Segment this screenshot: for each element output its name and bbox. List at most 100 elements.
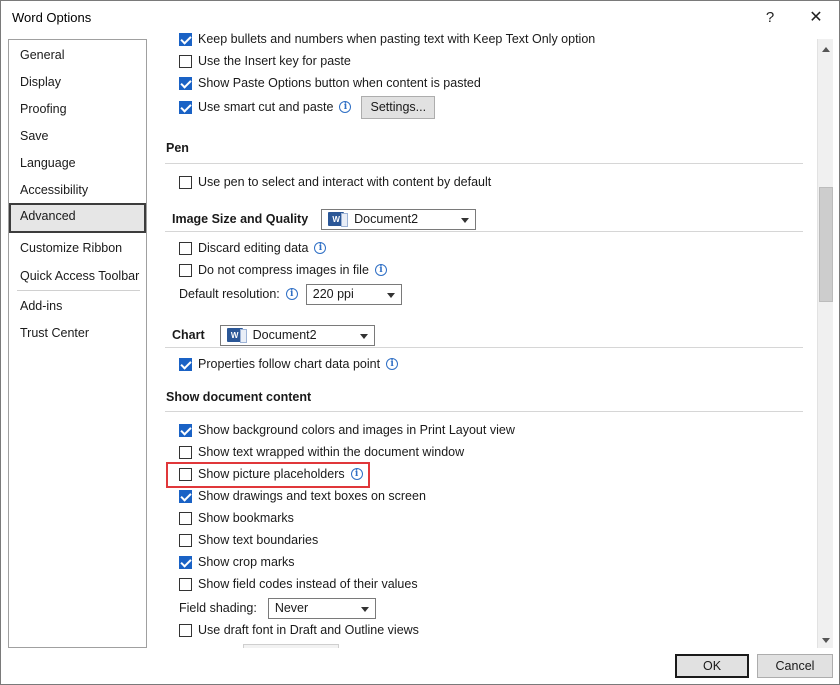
chevron-down-icon: [360, 606, 369, 612]
section-divider: [165, 347, 803, 348]
info-icon[interactable]: i: [285, 288, 298, 300]
checkbox[interactable]: [179, 489, 192, 503]
pen-section-title: Pen: [166, 141, 189, 155]
keep-bullets-option[interactable]: Keep bullets and numbers when pasting te…: [179, 33, 595, 50]
show-crop-marks-option[interactable]: Show crop marks: [179, 551, 295, 573]
sidebar-divider: [17, 290, 140, 291]
option-label: Discard editing data: [198, 241, 309, 255]
scroll-down-button[interactable]: [818, 632, 834, 648]
checkbox[interactable]: [179, 357, 192, 371]
option-label: Do not compress images in file: [198, 263, 369, 277]
sidebar-item-language[interactable]: Language: [9, 150, 146, 176]
advanced-options-panel: Keep bullets and numbers when pasting te…: [153, 33, 817, 648]
section-title: Image Size and Quality: [172, 212, 309, 226]
sidebar-item-advanced[interactable]: Advanced: [9, 203, 146, 233]
scroll-thumb[interactable]: [819, 187, 833, 302]
field-shading-row: Field shading: Never: [179, 597, 376, 619]
show-text-wrapped-option[interactable]: Show text wrapped within the document wi…: [179, 441, 464, 463]
properties-follow-option[interactable]: Properties follow chart data point i: [179, 353, 399, 375]
info-icon[interactable]: i: [314, 242, 327, 254]
dropdown-value: Document2: [252, 328, 317, 342]
discard-editing-option[interactable]: Discard editing data i: [179, 237, 327, 259]
checkbox[interactable]: [179, 555, 192, 569]
vertical-scrollbar[interactable]: [817, 39, 833, 648]
show-drawings-option[interactable]: Show drawings and text boxes on screen: [179, 485, 426, 507]
sidebar-item-accessibility[interactable]: Accessibility: [9, 177, 146, 203]
no-compress-option[interactable]: Do not compress images in file i: [179, 259, 387, 281]
checkbox[interactable]: [179, 54, 192, 68]
use-insert-key-option[interactable]: Use the Insert key for paste: [179, 50, 351, 72]
word-options-dialog: Word Options ? ✕ General Display Proofin…: [0, 0, 840, 685]
option-label: Show field codes instead of their values: [198, 577, 418, 591]
section-divider: [165, 231, 803, 232]
checkbox[interactable]: [179, 241, 192, 255]
close-button[interactable]: ✕: [793, 1, 839, 33]
option-label: Properties follow chart data point: [198, 357, 381, 371]
arrow-down-icon: [822, 637, 830, 643]
option-label: Keep bullets and numbers when pasting te…: [198, 33, 596, 46]
sidebar-item-proofing[interactable]: Proofing: [9, 96, 146, 122]
option-label: Use pen to select and interact with cont…: [198, 175, 492, 189]
dropdown-value: Never: [274, 601, 309, 615]
sidebar-item-trust-center[interactable]: Trust Center: [9, 320, 146, 346]
checkbox[interactable]: [179, 533, 192, 547]
help-button[interactable]: ?: [747, 1, 793, 33]
draft-font-option[interactable]: Use draft font in Draft and Outline view…: [179, 619, 419, 641]
option-label: Show bookmarks: [198, 511, 294, 525]
dropdown-value: 220 ppi: [312, 287, 354, 301]
sidebar-item-display[interactable]: Display: [9, 69, 146, 95]
section-title: Chart: [172, 328, 205, 342]
default-resolution-row: Default resolution: i 220 ppi: [179, 283, 402, 305]
cancel-button[interactable]: Cancel: [757, 654, 833, 678]
chevron-down-icon: [386, 292, 395, 298]
checkbox[interactable]: [179, 263, 192, 277]
option-label: Use draft font in Draft and Outline view…: [198, 623, 419, 637]
section-divider: [165, 163, 803, 164]
use-pen-option[interactable]: Use pen to select and interact with cont…: [179, 171, 491, 193]
checkbox[interactable]: [179, 175, 192, 189]
field-shading-dropdown[interactable]: Never: [267, 597, 376, 619]
settings-button[interactable]: Settings...: [361, 95, 436, 119]
info-icon[interactable]: i: [339, 101, 352, 113]
chevron-down-icon: [461, 217, 470, 223]
chevron-down-icon: [359, 333, 368, 339]
chart-section: Chart W Document2: [172, 323, 375, 347]
partially-visible-control: [243, 644, 339, 648]
info-icon[interactable]: i: [374, 264, 387, 276]
option-label: Show background colors and images in Pri…: [198, 423, 515, 437]
sidebar-item-add-ins[interactable]: Add-ins: [9, 293, 146, 319]
checkbox[interactable]: [179, 33, 192, 46]
smart-cut-option[interactable]: Use smart cut and paste i Settings...: [179, 95, 436, 119]
sidebar-item-general[interactable]: General: [9, 42, 146, 68]
chart-document-dropdown[interactable]: W Document2: [219, 324, 375, 346]
checkbox[interactable]: [179, 100, 192, 114]
checkbox[interactable]: [179, 445, 192, 459]
info-icon[interactable]: i: [386, 358, 399, 370]
checkbox[interactable]: [179, 623, 192, 637]
option-label: Show text wrapped within the document wi…: [198, 445, 465, 459]
word-document-icon: W: [328, 212, 349, 227]
show-background-colors-option[interactable]: Show background colors and images in Pri…: [179, 419, 515, 441]
show-paste-options-option[interactable]: Show Paste Options button when content i…: [179, 72, 481, 94]
image-size-document-dropdown[interactable]: W Document2: [321, 208, 477, 230]
option-label: Show text boundaries: [198, 533, 319, 547]
sidebar-item-customize-ribbon[interactable]: Customize Ribbon: [9, 235, 146, 261]
checkbox[interactable]: [179, 423, 192, 437]
sidebar-item-quick-access-toolbar[interactable]: Quick Access Toolbar: [9, 263, 146, 289]
checkbox[interactable]: [179, 76, 192, 90]
checkbox[interactable]: [179, 577, 192, 591]
show-bookmarks-option[interactable]: Show bookmarks: [179, 507, 294, 529]
option-label: Use the Insert key for paste: [198, 54, 351, 68]
ok-button[interactable]: OK: [675, 654, 749, 678]
checkbox[interactable]: [179, 511, 192, 525]
option-label: Show drawings and text boxes on screen: [198, 489, 426, 503]
option-label: Show Paste Options button when content i…: [198, 76, 481, 90]
show-text-boundaries-option[interactable]: Show text boundaries: [179, 529, 318, 551]
show-content-section-title: Show document content: [166, 390, 312, 404]
default-resolution-dropdown[interactable]: 220 ppi: [305, 283, 402, 305]
sidebar-item-save[interactable]: Save: [9, 123, 146, 149]
field-shading-label: Field shading:: [179, 601, 257, 615]
word-document-icon: W: [226, 328, 247, 343]
show-field-codes-option[interactable]: Show field codes instead of their values: [179, 573, 418, 595]
scroll-up-button[interactable]: [818, 41, 834, 57]
